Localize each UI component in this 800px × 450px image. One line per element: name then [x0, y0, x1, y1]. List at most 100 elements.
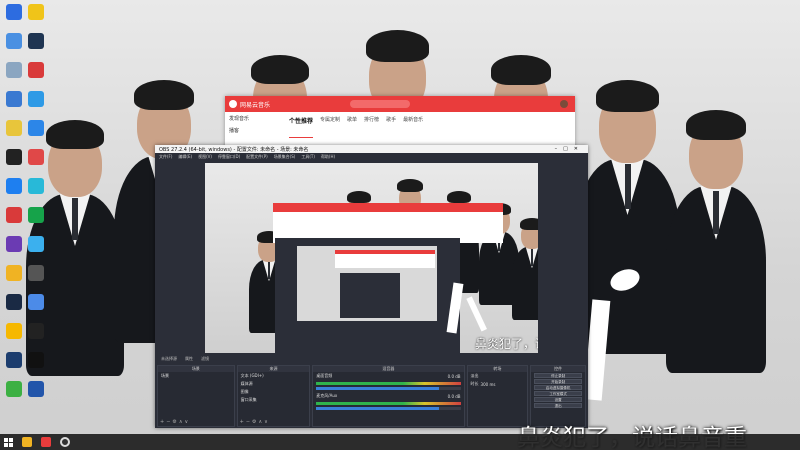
preview-subtitle: 鼻炎犯了，说话鼻音重 — [475, 337, 538, 351]
source-item[interactable]: 图像 — [238, 388, 310, 396]
desktop-app-icon[interactable] — [3, 33, 25, 49]
desktop-app-icon[interactable] — [25, 4, 47, 20]
music-sidebar-item[interactable]: 播客 — [229, 127, 281, 134]
virtual-camera-button[interactable]: 启动虚拟摄像机 — [534, 385, 582, 390]
volume-slider[interactable] — [316, 407, 461, 410]
desktop-app-icon[interactable] — [3, 207, 25, 223]
filters-button[interactable]: 滤镜 — [201, 356, 209, 362]
menu-help[interactable]: 帮助(H) — [321, 154, 335, 160]
desktop-app-icon[interactable] — [3, 352, 25, 368]
app-icon — [28, 294, 44, 310]
source-item[interactable]: 媒体源 — [238, 380, 310, 388]
tab-custom[interactable]: 专属定制 — [320, 116, 340, 138]
music-title-bar[interactable]: 网易云音乐 — [225, 96, 575, 112]
volume-meter — [316, 402, 461, 405]
desktop-app-icon[interactable] — [25, 265, 47, 281]
source-dock-buttons[interactable]: +−⚙∧∨ — [240, 419, 270, 425]
desktop-app-icon[interactable] — [3, 91, 25, 107]
tab-playlist[interactable]: 歌单 — [347, 116, 357, 138]
menu-scene-collection[interactable]: 场景集合(S) — [274, 154, 296, 160]
avatar[interactable] — [560, 100, 568, 108]
exit-button[interactable]: 退出 — [534, 403, 582, 408]
desktop-app-icon[interactable] — [25, 352, 47, 368]
preview-obs-window — [275, 238, 460, 353]
music-logo-icon — [229, 100, 237, 108]
desktop-app-icon[interactable] — [3, 236, 25, 252]
app-icon — [6, 62, 22, 78]
transition-duration[interactable]: 时长 300 ms — [468, 380, 528, 388]
app-icon — [6, 236, 22, 252]
desktop-app-icon[interactable] — [25, 207, 47, 223]
desktop-app-icon[interactable] — [3, 178, 25, 194]
start-button[interactable] — [4, 437, 13, 447]
music-user-area[interactable] — [560, 100, 571, 108]
menu-profile[interactable]: 配置文件(P) — [246, 154, 268, 160]
tab-artists[interactable]: 歌手 — [386, 116, 396, 138]
settings-button[interactable]: 设置 — [534, 397, 582, 402]
scene-item[interactable]: 场景 — [158, 372, 234, 380]
desktop-app-icon[interactable] — [25, 294, 47, 310]
desktop-app-icon[interactable] — [25, 178, 47, 194]
menu-edit[interactable]: 编辑(E) — [178, 154, 192, 160]
desktop-app-icon[interactable] — [25, 236, 47, 252]
desktop-app-icon[interactable] — [3, 4, 25, 20]
obs-window[interactable]: OBS 27.2.4 (64-bit, windows) - 配置文件: 未命名… — [155, 145, 588, 428]
obs-preview[interactable]: 鼻炎犯了，说话鼻音重 — [205, 163, 538, 353]
app-icon — [28, 265, 44, 281]
window-controls[interactable]: –□✕ — [555, 146, 584, 152]
app-icon — [28, 120, 44, 136]
desktop-app-icon[interactable] — [25, 323, 47, 339]
start-recording-button[interactable]: 开始录制 — [534, 379, 582, 384]
desktop-app-icon[interactable] — [25, 381, 47, 397]
app-icon — [6, 149, 22, 165]
file-explorer-icon[interactable] — [22, 437, 32, 447]
obs-icon[interactable] — [60, 437, 70, 447]
desktop-app-icon[interactable] — [3, 62, 25, 78]
desktop-app-icon[interactable] — [3, 265, 25, 281]
desktop-app-icon[interactable] — [25, 120, 47, 136]
controls-header: 控件 — [531, 366, 585, 372]
desktop-app-icon[interactable] — [3, 149, 25, 165]
menu-tools[interactable]: 工具(T) — [301, 154, 315, 160]
app-icon — [6, 207, 22, 223]
music-sidebar-item[interactable]: 发现音乐 — [229, 115, 281, 122]
app-icon — [6, 323, 22, 339]
desktop-app-icon[interactable] — [3, 381, 25, 397]
source-item[interactable]: 文本 (GDI+) — [238, 372, 310, 380]
netease-music-icon[interactable] — [41, 437, 51, 447]
obs-title-bar[interactable]: OBS 27.2.4 (64-bit, windows) - 配置文件: 未命名… — [155, 145, 588, 153]
volume-slider[interactable] — [316, 387, 461, 390]
tab-personal-recommend[interactable]: 个性推荐 — [289, 116, 314, 138]
preview-music-window — [273, 203, 503, 243]
app-icon — [28, 323, 44, 339]
desktop-app-icon[interactable] — [3, 323, 25, 339]
source-item-label: 窗口采集 — [240, 397, 257, 402]
desktop-app-icon[interactable] — [3, 120, 25, 136]
desktop-app-icon[interactable] — [25, 33, 47, 49]
scene-dock-buttons[interactable]: +−⚙∧∨ — [160, 419, 190, 425]
desktop-app-icon[interactable] — [25, 91, 47, 107]
duration-value[interactable]: 300 ms — [481, 382, 496, 387]
properties-button[interactable]: 属性 — [185, 356, 193, 362]
tab-charts[interactable]: 排行榜 — [364, 116, 379, 138]
transition-type[interactable]: 淡出 — [468, 372, 528, 380]
desktop-app-icon[interactable] — [25, 62, 47, 78]
menu-view[interactable]: 视图(V) — [198, 154, 212, 160]
source-item-label: 图像 — [240, 389, 249, 394]
app-icon — [6, 352, 22, 368]
menu-docks[interactable]: 停靠窗口(D) — [218, 154, 240, 160]
audio-mixer-dock[interactable]: 混音器 桌面音频 0.0 dB 麦克风/Aux 0.0 dB — [312, 365, 465, 427]
sources-dock[interactable]: 来源 文本 (GDI+) 媒体源 图像 窗口采集 +−⚙∧∨ — [236, 365, 311, 427]
source-item-label: 媒体源 — [240, 381, 253, 386]
studio-mode-button[interactable]: 工作室模式 — [534, 391, 582, 396]
desktop-app-icon[interactable] — [3, 294, 25, 310]
music-search-input[interactable] — [350, 100, 411, 108]
tab-new-music[interactable]: 最新音乐 — [403, 116, 423, 138]
app-icon — [28, 381, 44, 397]
desktop-app-icon[interactable] — [25, 149, 47, 165]
menu-file[interactable]: 文件(F) — [159, 154, 172, 160]
source-item[interactable]: 窗口采集 — [238, 396, 310, 404]
scenes-dock[interactable]: 场景 场景 +−⚙∧∨ — [157, 365, 235, 427]
obs-source-toolbar: 未选择源 属性 滤镜 — [157, 355, 586, 363]
stop-recording-button[interactable]: 停止录制 — [534, 373, 582, 378]
